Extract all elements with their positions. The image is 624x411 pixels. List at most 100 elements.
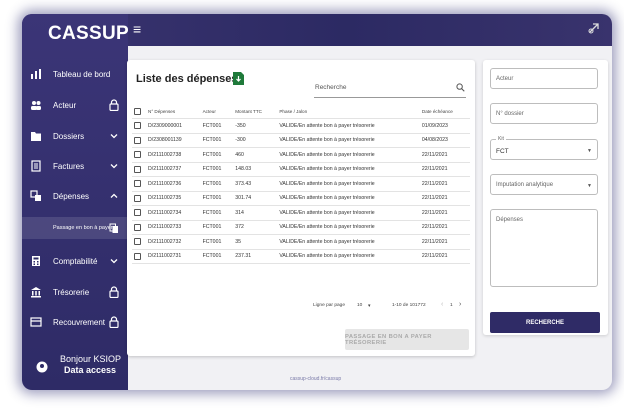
table-row[interactable]: D/2309000001 FCT001 -350 VALIDE/En attente …	[132, 118, 470, 134]
expenses-panel: Liste des dépenses Recherche N° Dépenses…	[127, 60, 475, 356]
row-checkbox[interactable]	[134, 223, 141, 231]
row-checkbox[interactable]	[134, 122, 141, 130]
table-cell: D/2309000001	[146, 118, 201, 134]
table-row[interactable]: D/2111002737 FCT001 148.03 VALIDE/En attent…	[132, 162, 470, 177]
sidebar-item-label: Dépenses	[53, 191, 90, 201]
imputation-select[interactable]: Imputation analytique ▼	[490, 174, 598, 195]
sidebar-item-recouvrement[interactable]: Recouvrement	[22, 311, 128, 333]
app-logo: CASSUP	[48, 23, 129, 44]
table-row[interactable]: D/2111002731 FCT001 237.31 VALIDE/En attent…	[132, 249, 470, 264]
table-cell: 237.31	[233, 249, 278, 264]
row-checkbox[interactable]	[134, 180, 141, 188]
table-row[interactable]: D/2111002735 FCT001 301.74 VALIDE/En attent…	[132, 191, 470, 206]
table-row[interactable]: D/2308001139 FCT001 -300 VALIDE/En attente …	[132, 133, 470, 148]
table-cell: D/2111002738	[146, 147, 201, 163]
table-cell: VALIDE/En attente bon à payer trésorerie	[277, 133, 420, 148]
table-cell: D/2111002732	[146, 234, 201, 250]
excel-export-icon[interactable]	[233, 72, 244, 85]
search-button[interactable]: RECHERCHE	[490, 312, 600, 333]
row-checkbox[interactable]	[134, 252, 141, 260]
page-title: Liste des dépenses	[136, 73, 238, 85]
sidebar-item-comptabilite[interactable]: Comptabilité	[22, 250, 128, 272]
sidebar-item-factures[interactable]: Factures	[22, 155, 128, 177]
user-avatar-icon	[36, 361, 48, 373]
table-cell: D/2111002731	[146, 249, 201, 264]
table-cell: 460	[233, 147, 278, 163]
row-checkbox[interactable]	[134, 194, 141, 202]
table-cell: 373.43	[233, 176, 278, 192]
column-header[interactable]: Date échéance	[419, 104, 470, 119]
sidebar-item-tableau-de-bord[interactable]: Tableau de bord	[22, 63, 128, 85]
table-cell: 22/11/2021	[419, 176, 470, 192]
bank-icon	[31, 287, 41, 298]
access-text: Data access	[64, 365, 117, 375]
greeting-text: Bonjour KSIOP	[60, 354, 122, 364]
sidebar: CASSUP Tableau de bord Acteur Dossiers F…	[22, 14, 129, 390]
table-cell: FCT001	[200, 234, 234, 250]
sidebar-subitem-passage-bon-a-payer[interactable]: Passage en bon à payer	[22, 217, 128, 239]
sidebar-item-tresorerie[interactable]: Trésorerie	[22, 281, 128, 303]
depenses-textarea[interactable]: Dépenses	[490, 209, 598, 287]
table-cell: FCT001	[200, 220, 234, 235]
search-placeholder: Recherche	[315, 84, 347, 91]
table-row[interactable]: D/2111002732 FCT001 35 VALIDE/En attente bo…	[132, 234, 470, 250]
settings-icon[interactable]	[587, 21, 601, 35]
select-all-checkbox[interactable]	[134, 107, 141, 115]
calculator-icon	[32, 256, 40, 266]
chevron-down-icon	[110, 259, 118, 264]
dossier-field[interactable]: N° dossier	[490, 103, 598, 124]
table-cell: D/2111002733	[146, 220, 201, 235]
current-page: 1	[450, 303, 453, 308]
rows-per-page-select[interactable]: 10	[357, 303, 362, 308]
lock-icon	[109, 99, 119, 111]
chevron-up-icon	[110, 193, 118, 198]
table-row[interactable]: D/2111002734 FCT001 314 VALIDE/En attente b…	[132, 205, 470, 221]
column-header[interactable]: Montant TTC	[233, 104, 278, 119]
column-header[interactable]: Phase / Jalon	[277, 104, 420, 119]
column-header[interactable]: N° Dépenses	[146, 104, 201, 119]
table-cell: VALIDE/En attente bon à payer trésorerie	[277, 205, 420, 221]
menu-toggle-button[interactable]: ≡	[133, 22, 141, 36]
table-cell: 04/08/2023	[419, 133, 470, 148]
sidebar-item-label: Acteur	[53, 100, 77, 110]
table-row[interactable]: D/2111002738 FCT001 460 VALIDE/En attente b…	[132, 147, 470, 163]
table-cell: -300	[233, 133, 278, 148]
pass-to-payment-button[interactable]: PASSAGE EN BON A PAYER TRÉSORERIE	[345, 329, 469, 350]
table-cell: 22/11/2021	[419, 234, 470, 250]
footer-link[interactable]: cassup-cloud.fr/cassup	[290, 376, 341, 382]
table-cell: VALIDE/En attente bon à payer trésorerie	[277, 162, 420, 177]
table-cell: VALIDE/En attente bon à payer trésorerie	[277, 220, 420, 235]
row-checkbox[interactable]	[134, 136, 141, 144]
copy-icon	[109, 223, 118, 233]
next-page-icon[interactable]: ›	[459, 301, 461, 308]
sidebar-item-label: Passage en bon à payer	[53, 225, 113, 231]
row-checkbox[interactable]	[134, 238, 141, 246]
filters-panel: Acteur N° dossier Kit FCT ▼ Imputation a…	[483, 60, 608, 335]
table-cell: VALIDE/En attente bon à payer trésorerie	[277, 176, 420, 192]
row-checkbox[interactable]	[134, 209, 141, 217]
sidebar-item-depenses[interactable]: Dépenses	[22, 185, 128, 207]
caret-down-icon: ▼	[587, 148, 592, 154]
table-cell: FCT001	[200, 205, 234, 221]
table-cell: 01/09/2023	[419, 118, 470, 134]
acteur-field[interactable]: Acteur	[490, 68, 598, 89]
kit-select[interactable]: Kit FCT ▼	[490, 136, 598, 160]
table-cell: VALIDE/En attente bon à payer trésorerie	[277, 118, 420, 134]
table-pagination: Ligne par page 10 ▾ 1-10 de 101772 ‹ 1 ›	[132, 300, 470, 312]
previous-page-icon[interactable]: ‹	[441, 301, 443, 308]
search-icon[interactable]	[456, 83, 465, 92]
column-header[interactable]: Acteur	[200, 104, 234, 119]
sidebar-item-acteur[interactable]: Acteur	[22, 94, 128, 116]
table-row[interactable]: D/2111002733 FCT001 372 VALIDE/En attente b…	[132, 220, 470, 235]
row-checkbox[interactable]	[134, 165, 141, 173]
sidebar-item-dossiers[interactable]: Dossiers	[22, 125, 128, 147]
table-cell: FCT001	[200, 191, 234, 206]
caret-down-icon[interactable]: ▾	[368, 303, 371, 309]
row-checkbox[interactable]	[134, 151, 141, 159]
search-field[interactable]: Recherche	[314, 81, 466, 98]
table-cell: VALIDE/En attente bon à payer trésorerie	[277, 234, 420, 250]
table-cell: -350	[233, 118, 278, 134]
table-row[interactable]: D/2111002736 FCT001 373.43 VALIDE/En attent…	[132, 176, 470, 192]
caret-down-icon: ▼	[587, 183, 592, 189]
folder-icon	[31, 132, 41, 141]
